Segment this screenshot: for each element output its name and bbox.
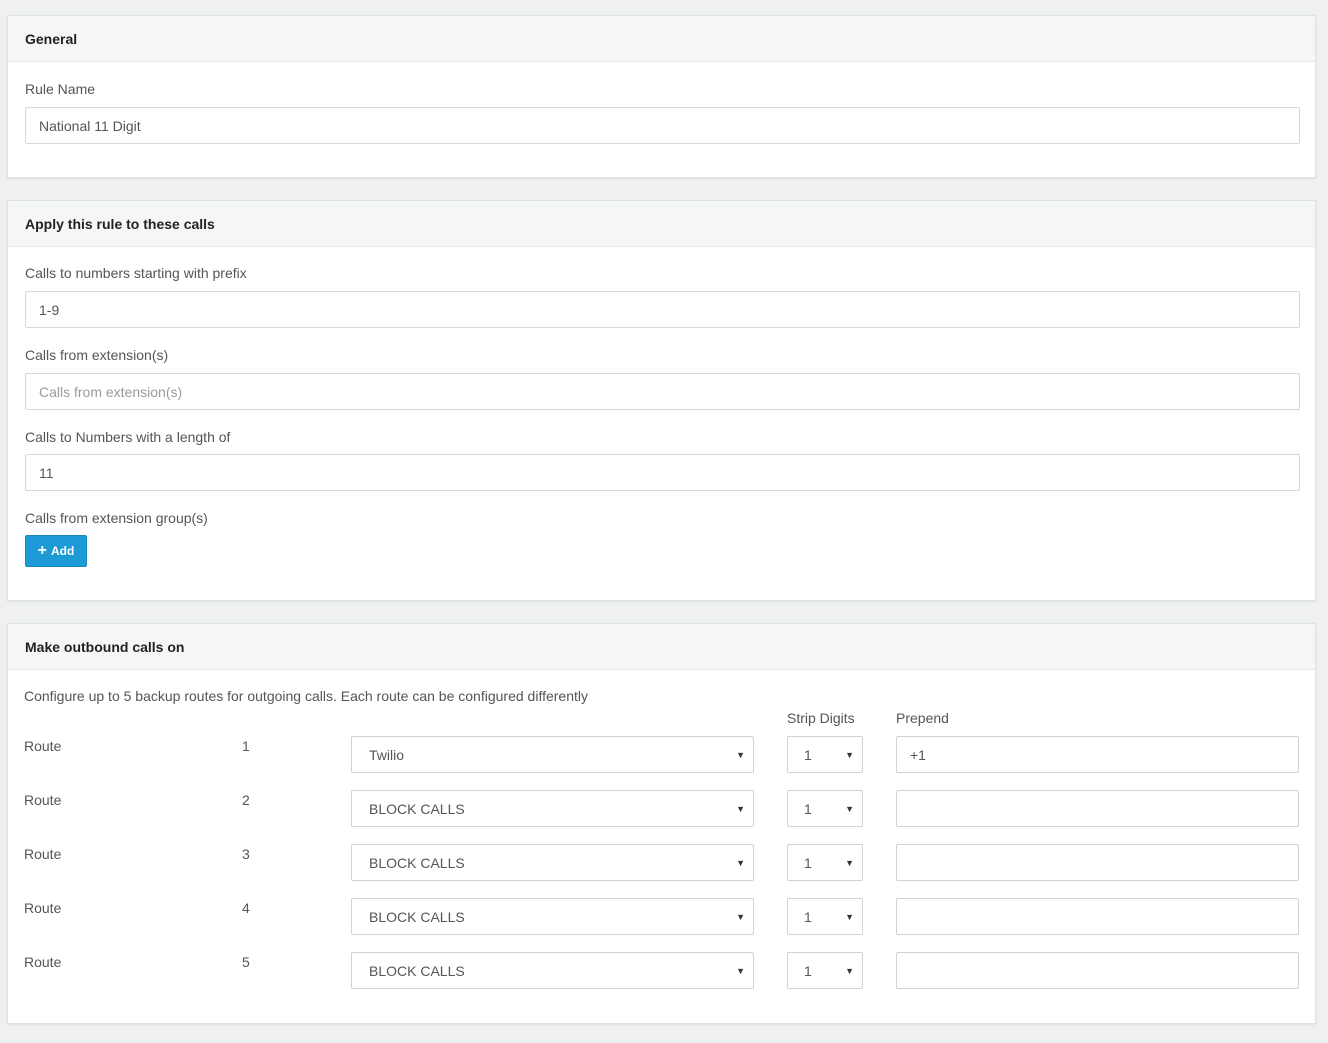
route-label: Route [24,846,62,862]
strip-digits-value: 1 [804,908,812,925]
route-label: Route [24,792,62,808]
route-trunk-value: Twilio [369,746,405,763]
strip-digits-value: 1 [804,800,812,817]
general-panel: General Rule Name [7,15,1316,178]
chevron-down-icon: ▼ [736,965,745,976]
route-label: Route [24,900,62,916]
add-extension-group-button[interactable]: + Add [25,535,87,567]
chevron-down-icon: ▼ [736,857,745,868]
route-trunk-select[interactable]: BLOCK CALLS ▼ [351,790,754,827]
chevron-down-icon: ▼ [845,749,854,760]
length-label: Calls to Numbers with a length of [25,429,231,445]
strip-digits-header: Strip Digits [787,710,855,726]
outbound-intro-text: Configure up to 5 backup routes for outg… [24,688,588,704]
route-trunk-select[interactable]: BLOCK CALLS ▼ [351,952,754,989]
prepend-input[interactable] [896,790,1299,827]
prefix-input[interactable] [25,291,1300,328]
route-label: Route [24,738,62,754]
route-label: Route [24,954,62,970]
route-number: 1 [242,738,250,754]
route-trunk-select[interactable]: BLOCK CALLS ▼ [351,844,754,881]
rule-name-label: Rule Name [25,81,96,97]
chevron-down-icon: ▼ [845,911,854,922]
add-button-label: Add [51,544,75,558]
chevron-down-icon: ▼ [736,911,745,922]
chevron-down-icon: ▼ [736,803,745,814]
strip-digits-select[interactable]: 1 ▼ [787,736,863,773]
prepend-input[interactable] [896,898,1299,935]
strip-digits-select[interactable]: 1 ▼ [787,844,863,881]
strip-digits-value: 1 [804,746,812,763]
strip-digits-select[interactable]: 1 ▼ [787,790,863,827]
strip-digits-value: 1 [804,962,812,979]
prepend-input[interactable] [896,736,1299,773]
strip-digits-select[interactable]: 1 ▼ [787,952,863,989]
chevron-down-icon: ▼ [736,749,745,760]
route-trunk-value: BLOCK CALLS [369,908,465,925]
route-number: 4 [242,900,250,916]
route-number: 5 [242,954,250,970]
general-panel-title: General [8,16,1315,62]
plus-icon: + [37,542,47,559]
prepend-input[interactable] [896,844,1299,881]
apply-rule-panel: Apply this rule to these calls Calls to … [7,200,1316,601]
rule-name-input[interactable] [25,107,1300,144]
length-input[interactable] [25,454,1300,491]
strip-digits-select[interactable]: 1 ▼ [787,898,863,935]
chevron-down-icon: ▼ [845,803,854,814]
chevron-down-icon: ▼ [845,857,854,868]
prepend-input[interactable] [896,952,1299,989]
chevron-down-icon: ▼ [845,965,854,976]
extensions-input[interactable] [25,373,1300,410]
prepend-header: Prepend [896,710,949,726]
outbound-panel-title: Make outbound calls on [8,624,1315,670]
extension-groups-label: Calls from extension group(s) [25,510,208,526]
route-trunk-value: BLOCK CALLS [369,800,465,817]
apply-rule-panel-title: Apply this rule to these calls [8,201,1315,247]
route-number: 3 [242,846,250,862]
prefix-label: Calls to numbers starting with prefix [25,265,247,281]
route-trunk-select[interactable]: BLOCK CALLS ▼ [351,898,754,935]
route-trunk-value: BLOCK CALLS [369,854,465,871]
route-number: 2 [242,792,250,808]
strip-digits-value: 1 [804,854,812,871]
route-trunk-select[interactable]: Twilio ▼ [351,736,754,773]
route-trunk-value: BLOCK CALLS [369,962,465,979]
extensions-label: Calls from extension(s) [25,347,169,363]
